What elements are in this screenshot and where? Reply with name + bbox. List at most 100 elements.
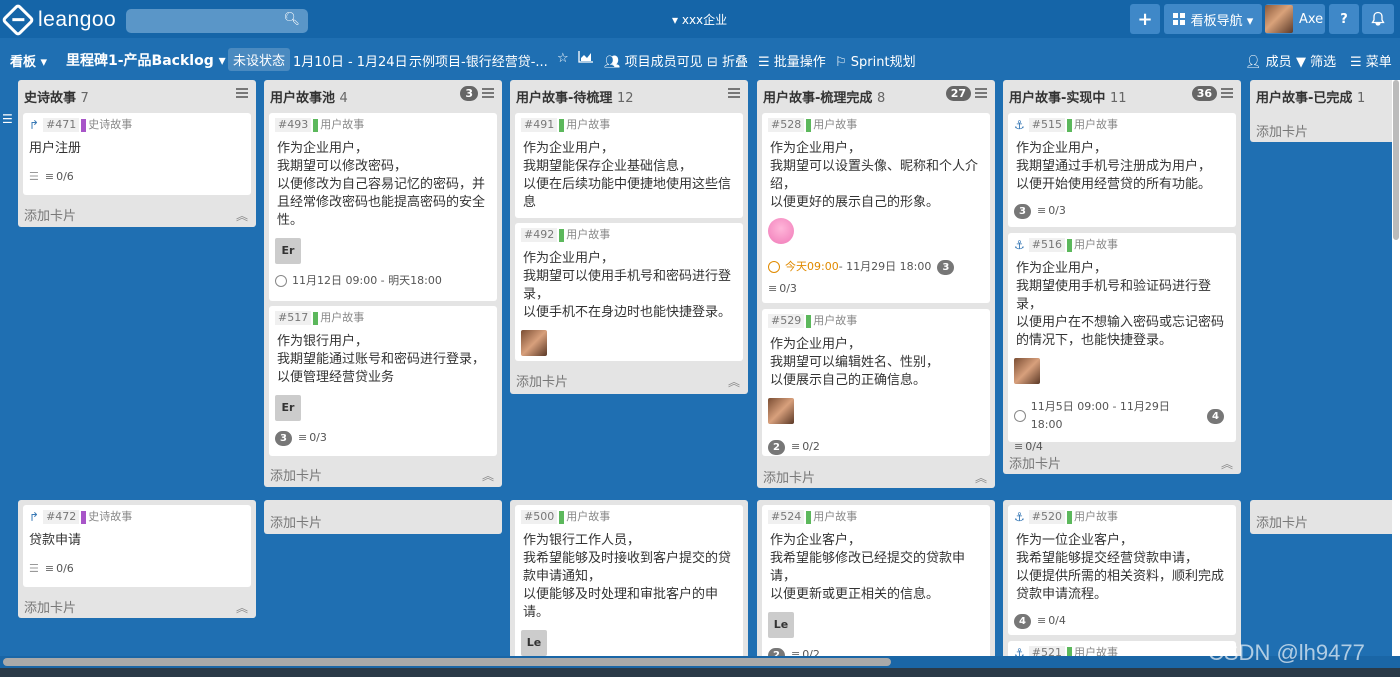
card-517[interactable]: #517 用户故事 作为银行用户， 我期望能通过账号和密码进行登录， 以便管理经… (269, 306, 497, 456)
card-text: 作为企业用户， 我期望通过手机号注册成为用户， 以便开始使用经营贷的所有功能。 (1016, 141, 1212, 192)
avatar[interactable]: Er (275, 395, 301, 421)
grid-icon (1172, 13, 1185, 25)
card-472[interactable]: ↱ #472 史诗故事 贷款申请 ☰ ≡ 0/6 (23, 505, 251, 587)
collapse-icon[interactable]: ︽ (975, 469, 987, 486)
card-524[interactable]: #524 用户故事 作为企业客户， 我希望能够修改已经提交的贷款申请， 以便更新… (762, 505, 990, 660)
list-menu-icon[interactable] (975, 88, 987, 98)
search-input[interactable]: 🔍︎ (126, 9, 308, 33)
checklist-icon: ≡ (297, 431, 308, 444)
card-516[interactable]: ⚓ #516 用户故事 作为企业用户， 我期望使用手机号和验证码进行登录， 以便… (1008, 233, 1236, 453)
list-header[interactable]: 用户故事池 4 3 (264, 80, 502, 108)
add-card-button[interactable]: 添加卡片 (270, 465, 322, 484)
list-title: 用户故事池 (270, 91, 336, 106)
date-range[interactable]: 1月10日 - 1月24日 (293, 51, 408, 70)
add-card-button[interactable]: 添加卡片 (1256, 512, 1308, 531)
card-471[interactable]: ↱ #471 史诗故事 用户注册 ☰ ≡ 0/6 (23, 113, 251, 195)
list-header[interactable]: 用户故事-梳理完成 8 27 (757, 80, 995, 108)
filter-button[interactable]: ▼ 筛选 (1296, 51, 1336, 70)
card-528[interactable]: #528 用户故事 作为企业用户， 我期望可以设置头像、昵称和个人介绍， 以便更… (762, 113, 990, 303)
batch-label: 批量操作 (773, 55, 826, 70)
sprint-button[interactable]: ⚐ Sprint规划 (835, 51, 916, 70)
horizontal-scrollbar[interactable] (0, 656, 1400, 668)
checklist-count: 0/2 (802, 440, 820, 453)
avatar[interactable] (521, 330, 547, 356)
list-menu-icon[interactable] (482, 88, 494, 98)
visibility-button[interactable]: 👥︎ 项目成员可见 (604, 51, 703, 70)
card-492[interactable]: #492 用户故事 作为企业用户， 我期望可以使用手机号和密码进行登录， 以便手… (515, 223, 743, 361)
add-card-button[interactable]: 添加卡片 (1256, 121, 1308, 140)
list-count: 11 (1109, 91, 1127, 106)
scrollbar-thumb[interactable] (1393, 80, 1399, 240)
collapse-icon[interactable]: ︽ (482, 467, 494, 484)
filter-icon: ▼ (1296, 55, 1306, 70)
minus-square-icon: ⊟ (707, 55, 718, 70)
milestone-selector[interactable]: 里程碑1-产品Backlog ▾ (66, 50, 226, 70)
help-button[interactable]: ? (1329, 4, 1359, 34)
type-color (806, 118, 812, 132)
card-text: 作为企业用户， 我期望可以修改密码， 以便修改为自己容易记忆的密码，并且经常修改… (277, 141, 486, 228)
card-number: #515 (1028, 118, 1065, 132)
star-icon[interactable]: ☆ (557, 51, 569, 66)
logo[interactable]: leangoo (1, 3, 116, 37)
add-card-button[interactable]: 添加卡片 (24, 597, 76, 616)
side-handle-icon[interactable]: ☰ (2, 112, 13, 126)
vertical-scrollbar[interactable] (1392, 80, 1400, 656)
fold-button[interactable]: ⊟ 折叠 (707, 51, 748, 70)
avatar[interactable] (1014, 358, 1040, 384)
list-header[interactable]: 用户故事-实现中 11 36 (1003, 80, 1241, 108)
add-card-button[interactable]: 添加卡片 (24, 205, 76, 224)
card-footer: 2 ≡ 0/2 (768, 438, 984, 456)
share-icon: ↱ (29, 118, 40, 132)
card-529[interactable]: #529 用户故事 作为企业用户， 我期望可以编辑姓名、性别， 以便展示自己的正… (762, 309, 990, 456)
view-selector[interactable]: 看板 ▾ (10, 51, 47, 70)
project-link[interactable]: 示例项目-银行经营贷-... (409, 51, 548, 70)
avatar[interactable]: Le (521, 630, 547, 656)
collapse-icon[interactable]: ︽ (236, 207, 248, 224)
card-500[interactable]: #500 用户故事 作为银行工作人员， 我希望能够及时接收到客户提交的贷款申请通… (515, 505, 743, 660)
list-menu-icon[interactable] (236, 88, 248, 98)
list-header[interactable]: 用户故事-已完成 1 (1250, 80, 1400, 108)
date-today: 今天09:00 (785, 260, 839, 273)
card-491[interactable]: #491 用户故事 作为企业用户， 我期望能保存企业基础信息， 以便在后续功能中… (515, 113, 743, 218)
company-selector[interactable]: ▾ xxx企业 (672, 11, 727, 28)
watermark: CSDN @lh9477 (1208, 640, 1365, 665)
card-text: 作为企业用户， 我期望可以编辑姓名、性别， 以便展示自己的正确信息。 (770, 337, 940, 388)
board-nav-button[interactable]: 看板导航 ▾ (1164, 4, 1262, 34)
add-button[interactable]: + (1130, 4, 1160, 34)
notification-button[interactable] (1362, 4, 1394, 34)
user-menu[interactable]: Axe (1265, 4, 1325, 34)
list-menu-icon[interactable] (728, 88, 740, 98)
card-type: 史诗故事 (88, 118, 133, 131)
avatar[interactable] (768, 218, 794, 244)
list-groomed-lane2: #524 用户故事 作为企业客户， 我希望能够修改已经提交的贷款申请， 以便更新… (757, 500, 995, 660)
checklist-count: 0/3 (309, 431, 327, 444)
type-color (313, 311, 319, 325)
members-button[interactable]: 👤︎ 成员 (1245, 51, 1292, 70)
scrollbar-thumb[interactable] (3, 658, 891, 666)
card-text: 作为银行工作人员， 我希望能够及时接收到客户提交的贷款申请通知， 以便能够及时处… (523, 533, 732, 620)
chart-icon[interactable] (578, 51, 593, 67)
collapse-icon[interactable]: ︽ (1221, 455, 1233, 472)
list-badge: 36 (1191, 86, 1217, 101)
card-meta: #493 用户故事 (275, 118, 491, 132)
menu-button[interactable]: ☰ 菜单 (1350, 51, 1392, 70)
list-header[interactable]: 史诗故事 7 (18, 80, 256, 108)
card-515[interactable]: ⚓ #515 用户故事 作为企业用户， 我期望通过手机号注册成为用户， 以便开始… (1008, 113, 1236, 227)
card-493[interactable]: #493 用户故事 作为企业用户， 我期望可以修改密码， 以便修改为自己容易记忆… (269, 113, 497, 301)
add-card-button[interactable]: 添加卡片 (763, 467, 815, 486)
card-520[interactable]: ⚓ #520 用户故事 作为一位企业客户， 我希望能够提交经营贷款申请， 以便提… (1008, 505, 1236, 635)
collapse-icon[interactable]: ︽ (236, 599, 248, 616)
add-card-button[interactable]: 添加卡片 (516, 371, 568, 390)
list-header[interactable]: 用户故事-待梳理 12 (510, 80, 748, 108)
batch-button[interactable]: ☰ 批量操作 (758, 51, 826, 70)
collapse-icon[interactable]: ︽ (728, 373, 740, 390)
list-menu-icon[interactable] (1221, 88, 1233, 98)
add-card-button[interactable]: 添加卡片 (270, 512, 322, 531)
list-done-lane2: 添加卡片 (1250, 500, 1400, 534)
avatar[interactable]: Er (275, 238, 301, 264)
avatar[interactable] (768, 398, 794, 424)
avatar[interactable]: Le (768, 612, 794, 638)
type-color (806, 510, 812, 524)
add-card-button[interactable]: 添加卡片 (1009, 453, 1061, 472)
status-badge[interactable]: 未设状态 (228, 48, 291, 71)
